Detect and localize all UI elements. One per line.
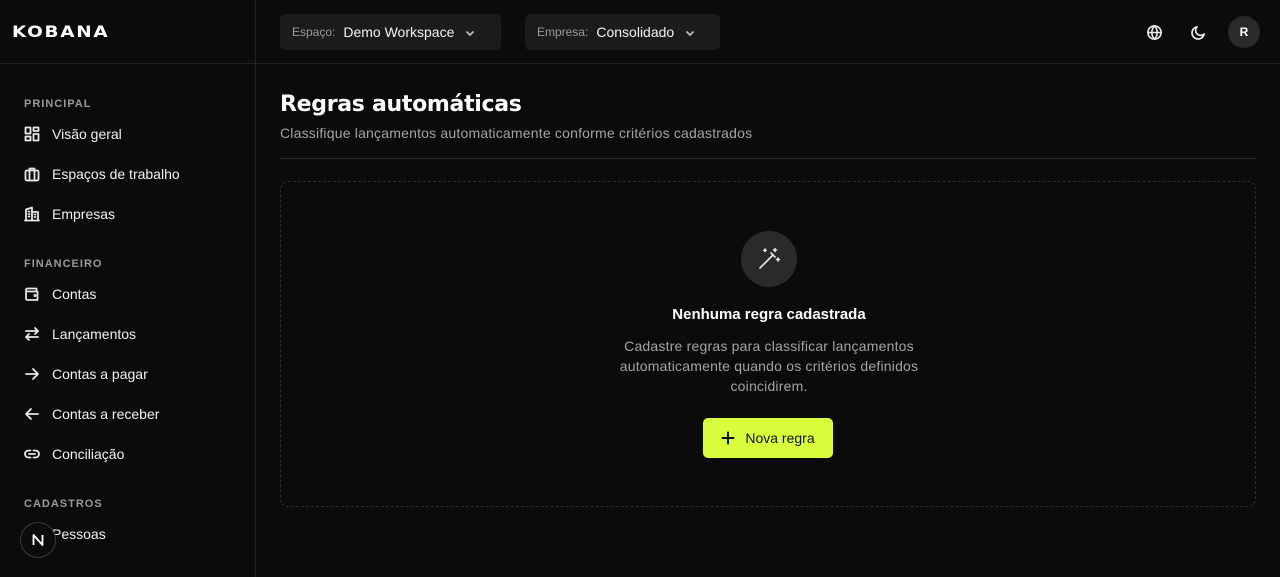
chevron-down-icon xyxy=(684,26,696,38)
sidebar-item-label: Lançamentos xyxy=(52,326,137,342)
sidebar-nav: PRINCIPAL Visão geral Espaços de trabalh… xyxy=(0,96,255,554)
divider xyxy=(280,158,1256,159)
sidebar-item-lancamentos[interactable]: Lançamentos xyxy=(0,314,255,354)
building-icon xyxy=(24,206,40,222)
grid-icon xyxy=(24,126,40,142)
arrow-right-icon xyxy=(24,366,40,382)
company-selector[interactable]: Empresa: Consolidado xyxy=(525,14,720,50)
empty-state-title: Nenhuma regra cadastrada xyxy=(672,306,866,323)
sidebar-item-label: Contas a pagar xyxy=(52,366,148,382)
briefcase-icon xyxy=(24,166,40,182)
chevron-down-icon xyxy=(464,26,476,38)
workspace-selector[interactable]: Espaço: Demo Workspace xyxy=(280,14,501,50)
main-content: Regras automáticas Classifique lançament… xyxy=(280,64,1256,507)
magic-wand-icon xyxy=(741,231,797,287)
workspace-selector-label: Espaço: xyxy=(292,25,336,39)
top-bar: Espaço: Demo Workspace Empresa: Consolid… xyxy=(256,0,1280,64)
empty-state-description: Cadastre regras para classificar lançame… xyxy=(619,338,919,394)
kobana-logo[interactable]: KOBANA xyxy=(12,22,109,41)
section-title-principal: PRINCIPAL xyxy=(24,98,92,110)
section-title-cadastros: CADASTROS xyxy=(24,498,103,510)
section-title-financeiro: FINANCEIRO xyxy=(24,258,103,270)
company-selector-label: Empresa: xyxy=(537,25,589,39)
sidebar-item-conciliacao[interactable]: Conciliação xyxy=(0,434,255,474)
sidebar-item-visao-geral[interactable]: Visão geral xyxy=(0,114,255,154)
sidebar-item-label: Visão geral xyxy=(52,126,122,142)
new-rule-button-label: Nova regra xyxy=(745,430,815,446)
sidebar-item-empresas[interactable]: Empresas xyxy=(0,194,255,234)
logo-bar: KOBANA xyxy=(0,0,255,64)
workspace-selector-value: Demo Workspace xyxy=(343,24,455,40)
sidebar-item-contas[interactable]: Contas xyxy=(0,274,255,314)
sidebar-item-espacos-de-trabalho[interactable]: Espaços de trabalho xyxy=(0,154,255,194)
sidebar-item-label: Empresas xyxy=(52,206,116,222)
company-selector-value: Consolidado xyxy=(596,24,675,40)
moon-icon[interactable] xyxy=(1182,16,1214,48)
sidebar-item-label: Pessoas xyxy=(52,526,106,542)
sidebar-item-label: Conciliação xyxy=(52,446,125,462)
wallet-icon xyxy=(24,286,40,302)
sidebar-item-contas-a-pagar[interactable]: Contas a pagar xyxy=(0,354,255,394)
n-badge-icon[interactable] xyxy=(20,522,56,558)
sidebar-item-label: Contas xyxy=(52,286,97,302)
link-icon xyxy=(24,446,40,462)
new-rule-button[interactable]: Nova regra xyxy=(703,418,833,458)
plus-icon xyxy=(721,431,735,445)
sidebar: KOBANA PRINCIPAL Visão geral Espaços de … xyxy=(0,0,256,577)
globe-icon[interactable] xyxy=(1138,16,1170,48)
page-subtitle: Classifique lançamentos automaticamente … xyxy=(280,125,753,141)
sidebar-item-contas-a-receber[interactable]: Contas a receber xyxy=(0,394,255,434)
empty-state-card: Nenhuma regra cadastrada Cadastre regras… xyxy=(280,181,1256,507)
avatar[interactable]: R xyxy=(1228,16,1260,48)
arrows-left-right-icon xyxy=(24,326,40,342)
sidebar-item-label: Espaços de trabalho xyxy=(52,166,180,182)
page-title: Regras automáticas xyxy=(280,92,522,117)
arrow-left-icon xyxy=(24,406,40,422)
sidebar-item-label: Contas a receber xyxy=(52,406,160,422)
